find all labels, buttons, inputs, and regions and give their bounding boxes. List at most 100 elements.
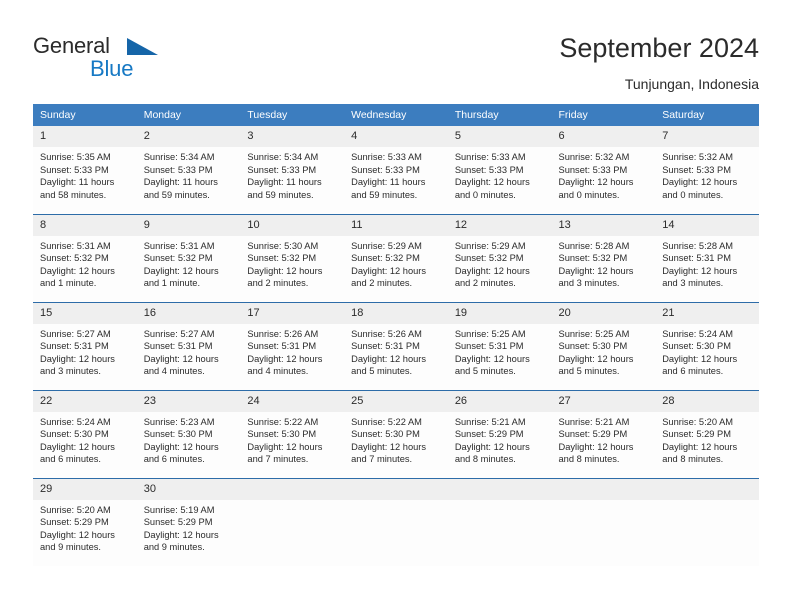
day-number: 5: [447, 126, 552, 147]
calendar-day-cell[interactable]: 8 Sunrise: 5:31 AM Sunset: 5:32 PM Daylight…: [33, 213, 137, 302]
sunset-time: Sunset: 5:31 PM: [40, 341, 109, 352]
day-number: 3: [240, 126, 345, 147]
sunset-time: Sunset: 5:30 PM: [40, 429, 109, 440]
sunrise-time: Sunrise: 5:21 AM: [454, 416, 526, 427]
day-number: 14: [655, 214, 759, 236]
daylight-duration: Daylight: 12 hours and 3 minutes.: [662, 265, 738, 289]
sunset-time: Sunset: 5:31 PM: [351, 341, 420, 352]
day-details: Sunrise: 5:21 AM Sunset: 5:29 PM Daylight:…: [448, 412, 552, 466]
day-number: 10: [240, 214, 345, 236]
day-number: 6: [551, 126, 656, 147]
calendar-day-cell[interactable]: [551, 477, 656, 566]
calendar-day-cell[interactable]: 18 Sunrise: 5:26 AM Sunset: 5:31 PM Dayligh…: [344, 301, 448, 390]
day-cell-inner: 9 Sunrise: 5:31 AM Sunset: 5:32 PM Daylight…: [136, 214, 241, 302]
day-details: Sunrise: 5:32 AM Sunset: 5:33 PM Daylight:…: [655, 147, 759, 201]
calendar-day-cell[interactable]: 25 Sunrise: 5:22 AM Sunset: 5:30 PM Dayligh…: [344, 389, 448, 478]
sunrise-time: Sunrise: 5:27 AM: [40, 328, 111, 339]
calendar-day-cell[interactable]: 30 Sunrise: 5:19 AM Sunset: 5:29 PM Dayligh…: [136, 477, 241, 566]
calendar-day-cell[interactable]: 29 Sunrise: 5:20 AM Sunset: 5:29 PM Dayligh…: [33, 477, 137, 567]
calendar-day-cell[interactable]: 19 Sunrise: 5:25 AM Sunset: 5:31 PM Dayligh…: [447, 301, 552, 390]
day-cell-inner: 19 Sunrise: 5:25 AM Sunset: 5:31 PM Dayligh…: [447, 302, 552, 390]
daylight-duration: Daylight: 12 hours and 3 minutes.: [558, 265, 634, 289]
day-number: 28: [655, 390, 759, 412]
calendar-day-cell[interactable]: 27 Sunrise: 5:21 AM Sunset: 5:29 PM Dayligh…: [551, 389, 656, 478]
calendar-week-row: 15 Sunrise: 5:27 AM Sunset: 5:31 PM Dayligh…: [33, 301, 759, 390]
calendar-day-cell[interactable]: 15 Sunrise: 5:27 AM Sunset: 5:31 PM Dayligh…: [33, 301, 137, 390]
calendar-day-cell[interactable]: 12 Sunrise: 5:29 AM Sunset: 5:32 PM Dayligh…: [447, 213, 552, 302]
day-number: [551, 478, 656, 500]
day-details: Sunrise: 5:29 AM Sunset: 5:32 PM Daylight:…: [344, 236, 448, 290]
calendar-day-cell[interactable]: 16 Sunrise: 5:27 AM Sunset: 5:31 PM Dayligh…: [136, 301, 241, 390]
calendar-day-cell[interactable]: 3 Sunrise: 5:34 AM Sunset: 5:33 PM Daylight…: [240, 126, 345, 214]
sunrise-time: Sunrise: 5:26 AM: [351, 328, 422, 339]
daylight-duration: Daylight: 12 hours and 0 minutes.: [662, 177, 738, 200]
day-number: [344, 478, 448, 500]
calendar-day-cell[interactable]: [447, 477, 552, 567]
day-details: Sunrise: 5:21 AM Sunset: 5:29 PM Daylight:…: [552, 412, 656, 466]
day-details: Sunrise: 5:31 AM Sunset: 5:32 PM Daylight:…: [137, 236, 241, 290]
logo-triangle-icon: [127, 38, 158, 55]
sunset-time: Sunset: 5:29 PM: [454, 429, 524, 440]
day-number: 24: [240, 390, 345, 412]
calendar-day-cell[interactable]: [655, 477, 759, 566]
calendar-day-cell[interactable]: 22 Sunrise: 5:24 AM Sunset: 5:30 PM Dayligh…: [33, 389, 137, 478]
day-details: Sunrise: 5:26 AM Sunset: 5:31 PM Daylight:…: [344, 324, 448, 378]
calendar-day-cell[interactable]: 9 Sunrise: 5:31 AM Sunset: 5:32 PM Daylight…: [136, 213, 241, 302]
day-cell-inner: 15 Sunrise: 5:27 AM Sunset: 5:31 PM Dayligh…: [33, 302, 137, 390]
daylight-duration: Daylight: 12 hours and 6 minutes.: [40, 441, 115, 465]
day-cell-inner: 14 Sunrise: 5:28 AM Sunset: 5:31 PM Dayligh…: [655, 214, 759, 302]
sunset-time: Sunset: 5:30 PM: [662, 341, 731, 352]
calendar-day-cell[interactable]: [344, 477, 448, 566]
daylight-duration: Daylight: 12 hours and 6 minutes.: [143, 441, 219, 465]
calendar-day-cell[interactable]: 2 Sunrise: 5:34 AM Sunset: 5:33 PM Daylight…: [136, 126, 241, 214]
calendar-day-cell[interactable]: 21 Sunrise: 5:24 AM Sunset: 5:30 PM Dayligh…: [655, 301, 759, 390]
calendar-day-cell[interactable]: 14 Sunrise: 5:28 AM Sunset: 5:31 PM Dayligh…: [655, 213, 759, 302]
day-cell-inner: 25 Sunrise: 5:22 AM Sunset: 5:30 PM Dayligh…: [344, 390, 448, 478]
calendar-day-cell[interactable]: 10 Sunrise: 5:30 AM Sunset: 5:32 PM Dayligh…: [240, 213, 345, 302]
weekday-header-monday: Monday: [136, 104, 241, 126]
day-number: 15: [33, 302, 137, 324]
day-cell-inner: 4 Sunrise: 5:33 AM Sunset: 5:33 PM Daylight…: [344, 126, 448, 214]
calendar-day-cell[interactable]: 5 Sunrise: 5:33 AM Sunset: 5:33 PM Daylight…: [447, 126, 552, 214]
sunset-time: Sunset: 5:33 PM: [662, 164, 731, 175]
calendar-page: General Blue September 2024 Tunjungan, I…: [0, 0, 792, 612]
calendar-day-cell[interactable]: 26 Sunrise: 5:21 AM Sunset: 5:29 PM Dayligh…: [447, 389, 552, 478]
day-number: 19: [447, 302, 552, 324]
calendar-day-cell[interactable]: 23 Sunrise: 5:23 AM Sunset: 5:30 PM Dayligh…: [136, 389, 241, 478]
daylight-duration: Daylight: 12 hours and 4 minutes.: [247, 353, 323, 377]
calendar-day-cell[interactable]: 4 Sunrise: 5:33 AM Sunset: 5:33 PM Daylight…: [344, 126, 448, 214]
daylight-duration: Daylight: 12 hours and 1 minute.: [40, 265, 115, 289]
day-details: Sunrise: 5:22 AM Sunset: 5:30 PM Daylight:…: [240, 412, 344, 466]
day-details: Sunrise: 5:33 AM Sunset: 5:33 PM Daylight:…: [344, 147, 448, 201]
day-cell-inner: 1 Sunrise: 5:35 AM Sunset: 5:33 PM Daylight…: [33, 126, 137, 214]
daylight-duration: Daylight: 12 hours and 3 minutes.: [40, 353, 115, 377]
sunset-time: Sunset: 5:32 PM: [247, 253, 317, 264]
daylight-duration: Daylight: 11 hours and 58 minutes.: [40, 177, 115, 200]
general-blue-logo[interactable]: General Blue: [33, 33, 213, 83]
calendar-day-cell[interactable]: 11 Sunrise: 5:29 AM Sunset: 5:32 PM Dayligh…: [344, 213, 448, 302]
calendar-day-cell[interactable]: 7 Sunrise: 5:32 AM Sunset: 5:33 PM Daylight…: [655, 126, 759, 214]
day-number: 7: [655, 126, 759, 147]
sunset-time: Sunset: 5:33 PM: [143, 164, 213, 175]
day-details: Sunrise: 5:27 AM Sunset: 5:31 PM Daylight:…: [137, 324, 241, 378]
daylight-duration: Daylight: 12 hours and 2 minutes.: [351, 265, 427, 289]
calendar-day-cell[interactable]: [240, 477, 345, 566]
calendar-day-cell[interactable]: 20 Sunrise: 5:25 AM Sunset: 5:30 PM Dayligh…: [551, 301, 656, 390]
day-cell-inner: 6 Sunrise: 5:32 AM Sunset: 5:33 PM Daylight…: [551, 126, 656, 214]
calendar-day-cell[interactable]: 13 Sunrise: 5:28 AM Sunset: 5:32 PM Dayligh…: [551, 213, 656, 302]
sunrise-time: Sunrise: 5:25 AM: [558, 328, 630, 339]
daylight-duration: Daylight: 12 hours and 2 minutes.: [247, 265, 323, 289]
day-cell-inner: 29 Sunrise: 5:20 AM Sunset: 5:29 PM Dayligh…: [33, 478, 137, 567]
calendar-day-cell[interactable]: 1 Sunrise: 5:35 AM Sunset: 5:33 PM Daylight…: [33, 126, 137, 214]
day-cell-inner: 10 Sunrise: 5:30 AM Sunset: 5:32 PM Dayligh…: [240, 214, 345, 302]
calendar-header-row: Sunday Monday Tuesday Wednesday Thursday…: [33, 104, 759, 126]
calendar-day-cell[interactable]: 24 Sunrise: 5:22 AM Sunset: 5:30 PM Dayligh…: [240, 389, 345, 478]
day-number: [447, 478, 552, 500]
day-details: Sunrise: 5:33 AM Sunset: 5:33 PM Daylight:…: [448, 147, 552, 201]
calendar-day-cell[interactable]: 28 Sunrise: 5:20 AM Sunset: 5:29 PM Dayligh…: [655, 389, 759, 478]
day-details: Sunrise: 5:27 AM Sunset: 5:31 PM Daylight:…: [33, 324, 137, 378]
calendar-day-cell[interactable]: 6 Sunrise: 5:32 AM Sunset: 5:33 PM Daylight…: [551, 126, 656, 214]
calendar-day-cell[interactable]: 17 Sunrise: 5:26 AM Sunset: 5:31 PM Dayligh…: [240, 301, 345, 390]
day-cell-inner: [447, 478, 552, 567]
sunrise-time: Sunrise: 5:27 AM: [143, 328, 215, 339]
